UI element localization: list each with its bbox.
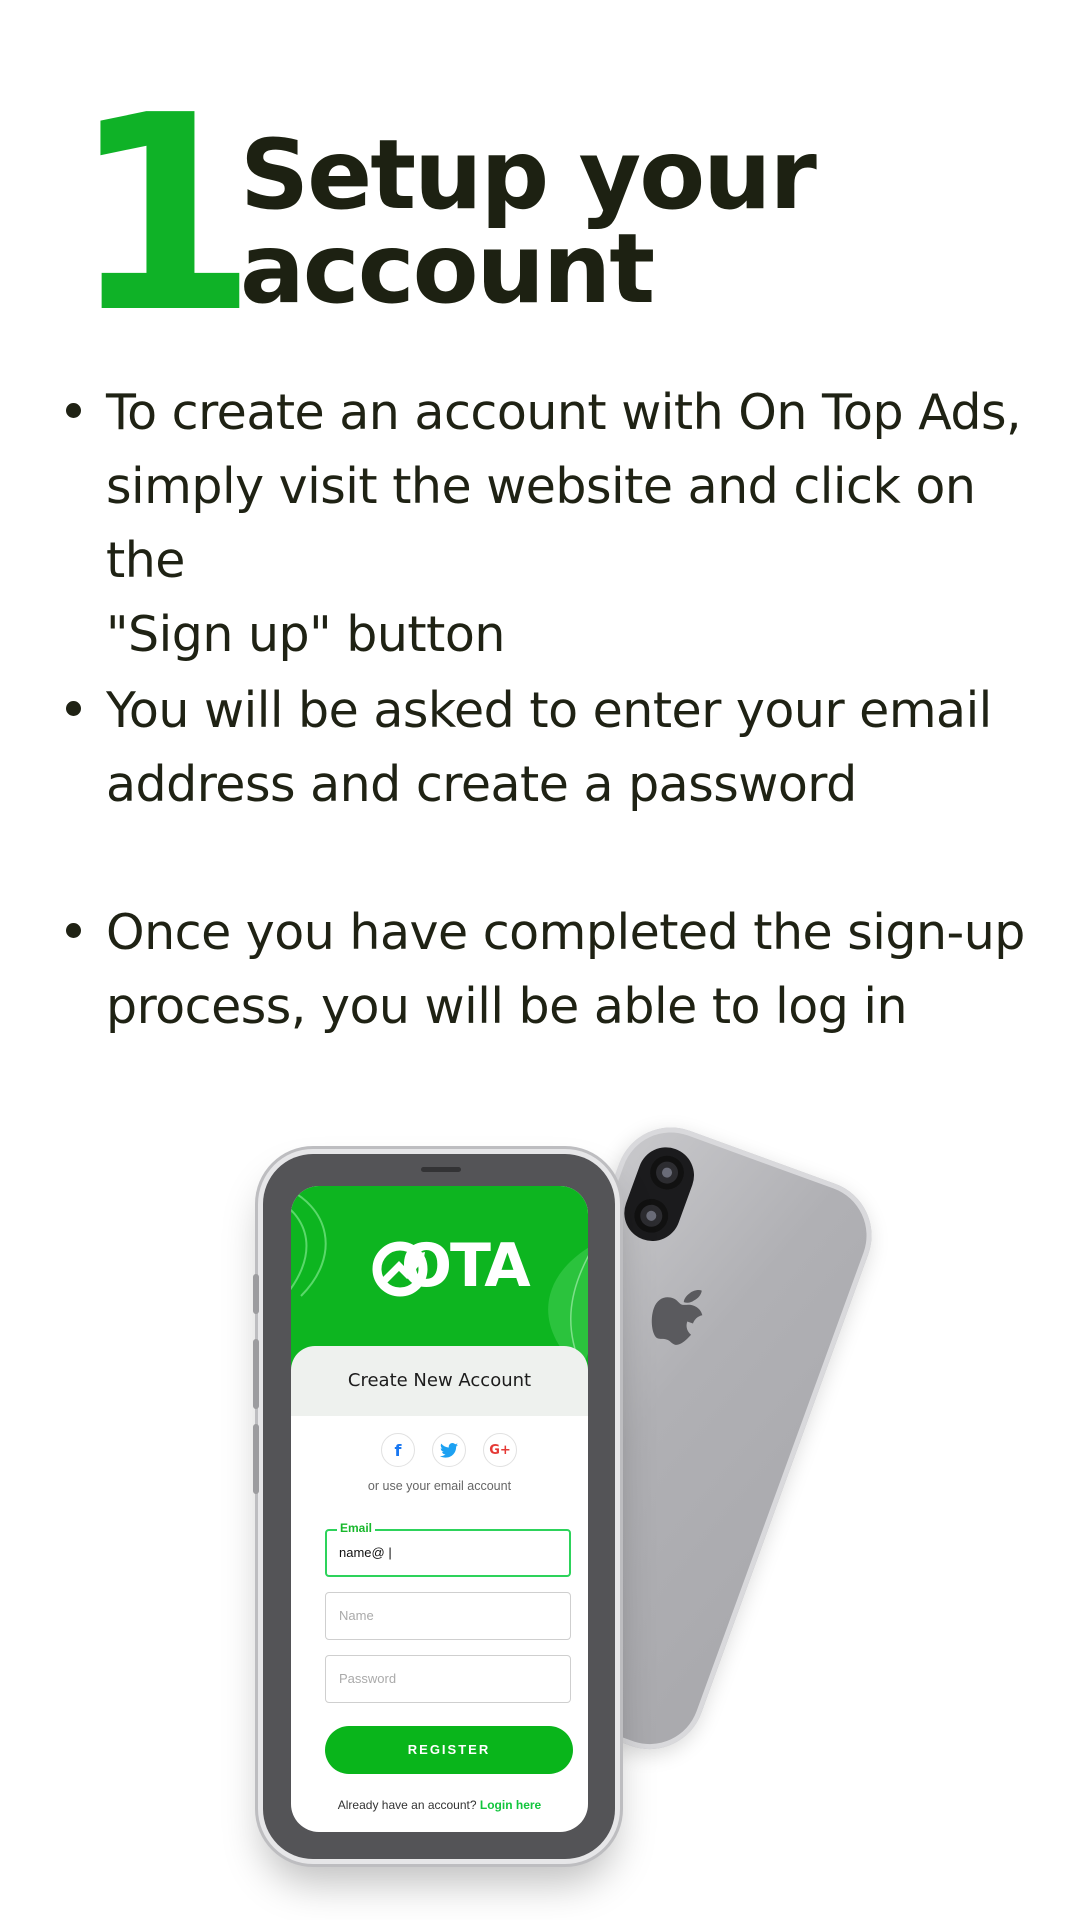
app-screen: OTA Create New Account f G+ or use your … — [291, 1186, 588, 1832]
title-line-2: account — [240, 213, 655, 325]
bullet-1-line-3: "Sign up" button — [106, 606, 505, 663]
or-email-text: or use your email account — [367, 1479, 512, 1493]
twitter-icon — [440, 1442, 458, 1458]
side-button — [253, 1274, 259, 1314]
leaf-decoration-icon — [291, 1189, 327, 1297]
apple-logo-icon — [651, 1290, 703, 1345]
ota-logo-text: OTA — [401, 1231, 531, 1301]
name-placeholder: Name — [339, 1608, 374, 1623]
email-field[interactable]: Email name@ | — [325, 1521, 571, 1577]
google-plus-icon: G+ — [489, 1442, 511, 1458]
side-button — [253, 1339, 259, 1409]
facebook-icon: f — [394, 1440, 402, 1460]
bullet-dot — [66, 403, 81, 418]
bullet-dot — [66, 701, 81, 716]
register-button[interactable]: REGISTER — [325, 1726, 573, 1774]
bullet-3-line-1: Once you have completed the sign-up — [106, 904, 1025, 961]
facebook-button[interactable]: f — [381, 1433, 415, 1467]
bullet-1-line-1: To create an account with On Top Ads, — [106, 384, 1022, 441]
step-number: 1 — [70, 57, 258, 372]
app-header: OTA — [291, 1186, 588, 1371]
bullet-dot — [66, 923, 81, 938]
bullet-item-2: You will be asked to enter your email ad… — [106, 674, 1066, 822]
google-plus-button[interactable]: G+ — [483, 1433, 517, 1467]
login-prompt-text: Already have an account? — [337, 1798, 477, 1812]
name-field[interactable]: Name — [325, 1592, 571, 1640]
email-value: name@ | — [339, 1545, 392, 1560]
camera-lens — [645, 1150, 689, 1195]
create-account-title: Create New Account — [347, 1370, 532, 1391]
page-title: Setup your account — [240, 127, 817, 317]
bullet-item-3: Once you have completed the sign-up proc… — [106, 896, 1066, 1044]
camera-lens — [629, 1194, 674, 1238]
bullet-2-line-2: address and create a password — [106, 756, 857, 813]
phone-speaker — [421, 1167, 461, 1172]
twitter-button[interactable] — [432, 1433, 466, 1467]
bullet-1-line-2: simply visit the website and click on th… — [106, 458, 976, 589]
side-button — [253, 1424, 259, 1494]
password-field[interactable]: Password — [325, 1655, 571, 1703]
login-link[interactable]: Login here — [480, 1798, 541, 1812]
password-placeholder: Password — [339, 1671, 397, 1686]
login-prompt: Already have an account? Login here — [291, 1798, 588, 1812]
bullet-3-line-2: process, you will be able to log in — [106, 978, 908, 1035]
rear-camera — [616, 1139, 702, 1249]
email-label: Email — [337, 1521, 376, 1535]
front-phone-mockup: OTA Create New Account f G+ or use your … — [253, 1154, 615, 1859]
bullet-item-1: To create an account with On Top Ads, si… — [106, 376, 1066, 672]
bullet-2-line-1: You will be asked to enter your email — [106, 682, 992, 739]
